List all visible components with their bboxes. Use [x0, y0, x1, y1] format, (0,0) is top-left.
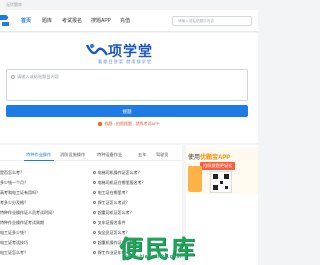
nav-item-question-bank[interactable]: 题库	[42, 17, 52, 24]
tab-driver[interactable]: 驾驶员	[156, 152, 169, 158]
input-marker-icon	[11, 75, 15, 79]
watermark-url: www.bianminku.com	[125, 254, 182, 260]
promo-link[interactable]: 找题 · 拍照搜题 · 就找考试APP	[0, 121, 258, 127]
question-link[interactable]: 起重司机证怎么考？	[93, 210, 181, 216]
ad-title: 使用优题宝APP	[188, 155, 231, 161]
question-link[interactable]: 焊工证怎么考试？	[93, 200, 181, 206]
nav-item-exam-signup[interactable]: 考试报名	[62, 17, 82, 24]
nav-item-home[interactable]: 首页	[21, 17, 31, 24]
question-icon	[93, 251, 97, 255]
question-link[interactable]: 特种作业操作证考试周期	[0, 220, 88, 226]
phone-illustration	[188, 166, 202, 192]
search-button[interactable]: 搜题	[6, 105, 248, 117]
top-strip: 无忧题库	[0, 0, 258, 10]
tab-fire-facility[interactable]: 消防设施操作	[60, 152, 85, 158]
app-ad-banner[interactable]: 使用优题宝APP 拍照搜题更轻松	[186, 148, 258, 194]
brand-logo: 项学堂 看题目答案 就用搜学堂	[86, 39, 176, 65]
brand-name: 项学堂	[108, 44, 153, 60]
site-name-text: 无忧题库	[6, 2, 22, 7]
promo-text: 找题 · 拍照搜题 · 就找考试APP	[104, 121, 160, 126]
search-button-label: 搜题	[122, 108, 132, 114]
question-link[interactable]: 特种作业操作证人员考试时间？	[0, 210, 88, 216]
nav-item-recharge[interactable]: 充值	[120, 17, 130, 24]
watermark: 便民库 www.bianminku.com	[119, 229, 209, 263]
ad-subtitle: 拍照搜题更轻松	[200, 162, 236, 170]
brand-slogan: 看题目答案 就用搜学堂	[98, 59, 153, 64]
question-icon	[93, 191, 97, 195]
question-link[interactable]: 多少钱一个月？	[0, 180, 88, 186]
question-icon	[93, 231, 97, 235]
question-link[interactable]: 考多少分及格？	[0, 200, 88, 206]
question-link[interactable]: 叉车证报名条件	[93, 220, 181, 226]
question-link[interactable]: 高考和电工证有用吗？	[0, 190, 88, 196]
question-icon	[93, 211, 97, 215]
main-nav: 首页 题库 考试报名 搜题APP 充值 请输入或粘贴题目内容	[0, 10, 258, 41]
tab-special-equipment[interactable]: 特种设备作业	[97, 152, 122, 158]
question-link[interactable]: 电梯司机操作证怎么考？	[93, 170, 181, 176]
question-link[interactable]: 电工证怎么考？	[0, 250, 88, 256]
question-icon	[93, 201, 97, 205]
question-link[interactable]: 电工证在哪里考？	[93, 190, 181, 196]
brand-mark-icon	[86, 44, 108, 56]
question-link[interactable]: 是否怎么考？	[0, 170, 88, 176]
question-search-textarea[interactable]: 请输入或粘贴题目内容	[6, 69, 248, 101]
tab-special-operations[interactable]: 特种作业操作	[26, 152, 51, 158]
question-link[interactable]: 电梯司机证在哪里报名考？	[93, 180, 181, 186]
nav-search-input[interactable]: 请输入或粘贴题目内容	[172, 16, 252, 26]
app-icon	[98, 121, 103, 126]
nav-search-placeholder: 请输入或粘贴题目内容	[178, 19, 214, 23]
question-link[interactable]: 电工证多少钱？	[0, 230, 88, 236]
active-tab-indicator	[24, 159, 54, 161]
question-icon	[93, 221, 97, 225]
question-icon	[93, 241, 97, 245]
nav-item-search-app[interactable]: 搜题APP	[91, 17, 111, 24]
qr-code-icon	[210, 171, 232, 193]
question-icon	[93, 171, 97, 175]
question-link[interactable]: 电工证考试技巧	[0, 240, 88, 246]
question-icon	[93, 181, 97, 185]
tab-five-year[interactable]: 五年	[138, 152, 146, 158]
site-logo[interactable]	[0, 14, 12, 28]
search-hero: 项学堂 看题目答案 就用搜学堂 请输入或粘贴题目内容 搜题 找题 · 拍照搜题 …	[0, 33, 258, 143]
search-placeholder: 请输入或粘贴题目内容	[17, 74, 59, 79]
